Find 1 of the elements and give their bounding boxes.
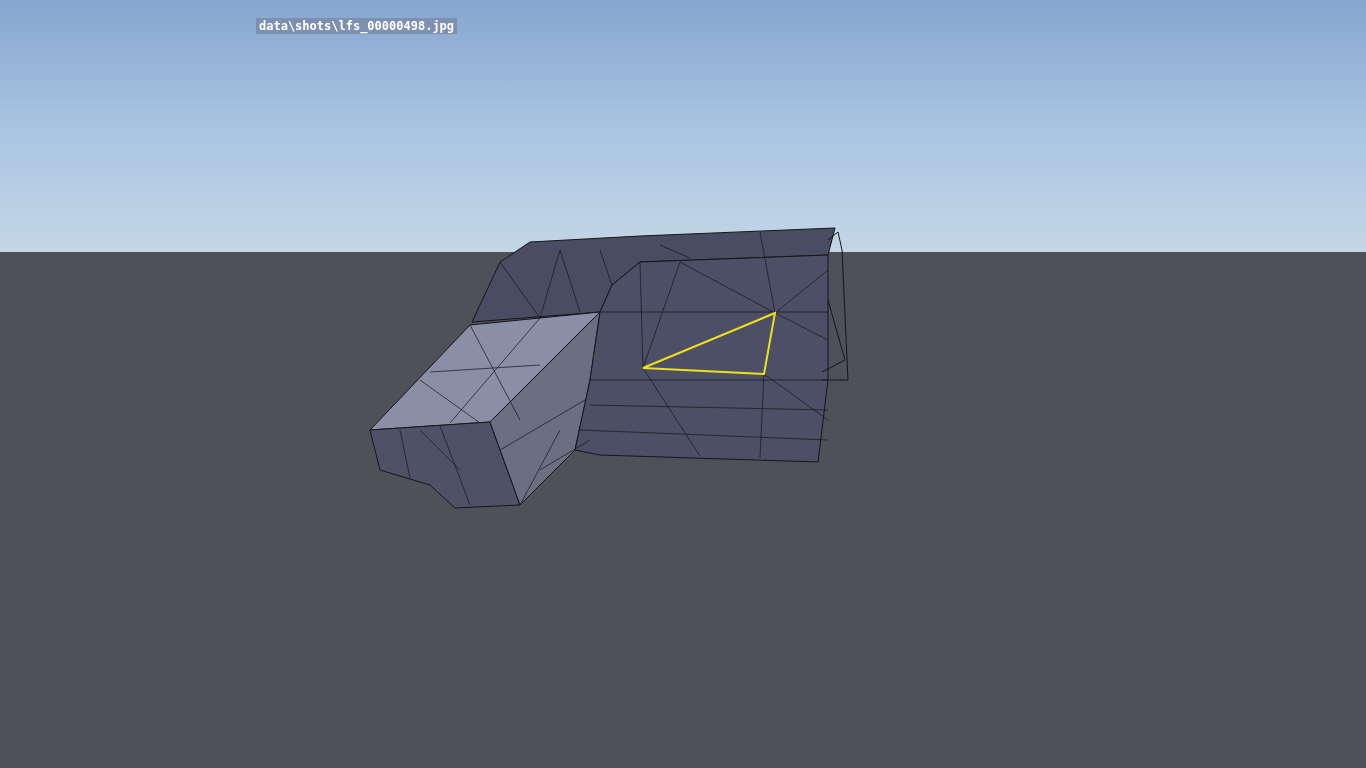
filename-label: data\shots\lfs_00000498.jpg [256,18,458,34]
